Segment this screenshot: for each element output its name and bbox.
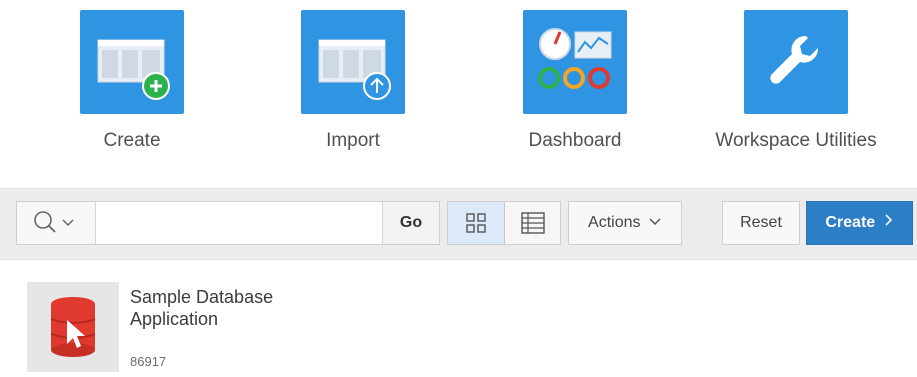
create-app-icon — [80, 10, 184, 114]
search-group: Go — [16, 201, 440, 245]
go-button[interactable]: Go — [382, 202, 439, 244]
dashboard-icon — [523, 10, 627, 114]
grid-view-button[interactable] — [448, 202, 505, 244]
create-label: Create — [825, 214, 876, 231]
search-icon — [34, 211, 74, 233]
chevron-right-icon — [885, 214, 892, 226]
view-toggle — [447, 201, 561, 245]
table-view-icon — [521, 212, 545, 234]
actions-label: Actions — [588, 214, 641, 231]
tile-label: Import — [326, 130, 380, 151]
wrench-icon — [744, 10, 848, 114]
tile-label: Workspace Utilities — [715, 130, 877, 151]
tile-workspace-utilities[interactable]: Workspace Utilities — [686, 10, 906, 152]
tile-create[interactable]: Create — [22, 10, 242, 152]
actions-menu-button[interactable]: Actions — [568, 201, 682, 245]
search-column-selector[interactable] — [17, 202, 96, 244]
app-builder-tiles: Create Import Dashboard Workspace Utilit… — [0, 0, 917, 170]
import-app-icon — [301, 10, 405, 114]
reset-button[interactable]: Reset — [722, 201, 800, 245]
search-input[interactable] — [96, 202, 384, 244]
tile-label: Create — [103, 130, 161, 151]
app-name[interactable]: Sample Database Application — [130, 286, 290, 330]
report-view-button[interactable] — [505, 202, 560, 244]
chevron-down-icon — [649, 218, 661, 226]
tile-label: Dashboard — [528, 130, 622, 151]
tile-import[interactable]: Import — [243, 10, 463, 152]
tile-dashboard[interactable]: Dashboard — [465, 10, 685, 152]
app-id: 86917 — [130, 354, 167, 369]
search-toolbar: Go Actions Reset Create — [0, 188, 917, 260]
database-app-icon — [27, 282, 119, 372]
grid-view-icon — [466, 213, 486, 233]
create-button[interactable]: Create — [806, 201, 913, 245]
